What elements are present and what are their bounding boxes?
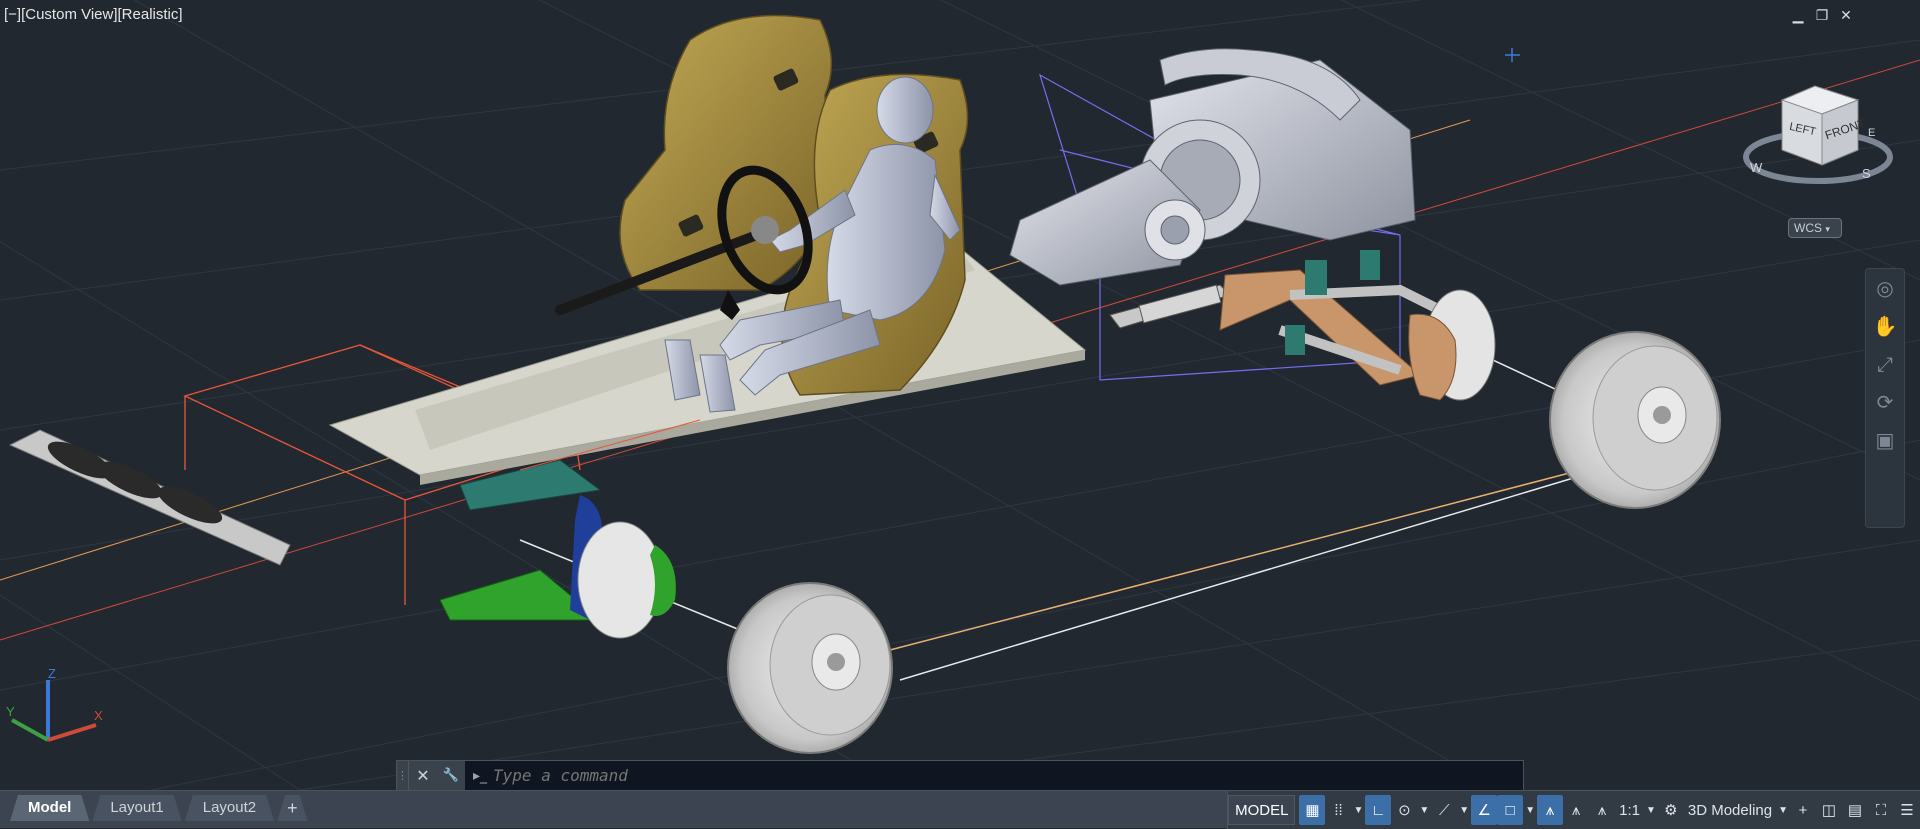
compass-east[interactable]: E (1868, 127, 1875, 139)
tab-layout2[interactable]: Layout2 (185, 795, 274, 821)
ucs-x-label: X (94, 708, 103, 723)
command-input[interactable] (493, 766, 1523, 785)
hamburger-menu-icon[interactable]: ☰ (1894, 795, 1920, 825)
ucs-z-label: Z (48, 666, 56, 681)
radiator (8, 429, 291, 566)
object-snap-icon[interactable]: □ (1497, 795, 1524, 825)
close-icon[interactable]: ✕ (1838, 8, 1854, 24)
status-bar: Model Layout1 Layout2 + MODEL ▦ ⁞⁞ ▼ ∟ ⊙… (0, 790, 1920, 829)
chevron-down-icon[interactable]: ▼ (1417, 795, 1431, 825)
model-space-button[interactable]: MODEL (1228, 795, 1296, 825)
engine-assembly (1009, 48, 1416, 286)
layout-tabs: Model Layout1 Layout2 + (10, 795, 308, 821)
ucs-y-label: Y (6, 704, 15, 719)
status-tools: MODEL ▦ ⁞⁞ ▼ ∟ ⊙ ▼ ⟋ ▼ ∠ □ ▼ ⩚ ⩚ ⩚ 1:1 ▼… (1227, 791, 1920, 829)
wcs-label: WCS (1794, 221, 1822, 235)
compass-west[interactable]: W (1750, 160, 1763, 175)
grip-handle[interactable]: ⋮ (397, 761, 409, 790)
rear-suspension (1109, 250, 1496, 401)
gear-icon[interactable]: ⚙ (1658, 795, 1684, 825)
add-layout-button[interactable]: + (277, 795, 308, 821)
quick-properties-icon[interactable]: ▤ (1842, 795, 1868, 825)
3d-scene[interactable]: LEFT FRONT W S E Z X Y (0, 0, 1920, 790)
viewport-window-controls: ▁ ❐ ✕ (1790, 8, 1854, 24)
close-icon[interactable]: ✕ (409, 761, 437, 790)
fullscreen-icon[interactable]: ⛶ (1868, 795, 1894, 825)
ortho-icon[interactable]: ∟ (1365, 795, 1392, 825)
ucs-icon: Z X Y (6, 666, 103, 742)
isodraft-icon[interactable]: ⟋ (1431, 795, 1457, 825)
pan-icon[interactable]: ✋ (1866, 307, 1904, 345)
chevron-down-icon[interactable]: ▼ (1457, 795, 1471, 825)
workspace-switcher[interactable]: 3D Modeling (1684, 795, 1776, 825)
chevron-down-icon[interactable]: ▼ (1776, 795, 1790, 825)
zoom-extents-icon[interactable]: ⤢ (1866, 345, 1904, 383)
grid-icon[interactable]: ▦ (1299, 795, 1326, 825)
polar-tracking-icon[interactable]: ⊙ (1391, 795, 1417, 825)
viewcube[interactable]: LEFT FRONT W S E (1743, 85, 1893, 184)
command-line: ⋮ ✕ 🔧 ▸_ (396, 760, 1524, 790)
plus-icon[interactable]: + (1790, 795, 1816, 825)
prompt-icon[interactable]: ▸_ (473, 768, 487, 784)
model-viewport[interactable]: LEFT FRONT W S E Z X Y [−][Custom View][… (0, 0, 1920, 790)
command-input-box[interactable]: ▸_ (465, 761, 1523, 790)
compass-south[interactable]: S (1862, 166, 1871, 181)
restore-icon[interactable]: ❐ (1814, 8, 1830, 24)
wcs-menu[interactable]: WCS ▾ (1788, 218, 1842, 238)
object-snap-tracking-icon[interactable]: ∠ (1471, 795, 1498, 825)
chevron-down-icon[interactable]: ▼ (1351, 795, 1365, 825)
customize-icon[interactable]: 🔧 (437, 761, 465, 790)
chevron-down-icon[interactable]: ▼ (1523, 795, 1537, 825)
steering-wheels-icon[interactable]: ◎ (1866, 269, 1904, 307)
tab-layout1[interactable]: Layout1 (92, 795, 181, 821)
wheel-front (727, 582, 893, 754)
chevron-down-icon: ▾ (1825, 224, 1830, 234)
navigation-bar: ◎ ✋ ⤢ ⟳ ▣ (1865, 268, 1905, 528)
tab-model[interactable]: Model (10, 795, 89, 821)
annotation-scale-icon[interactable]: ⩚ (1589, 795, 1615, 825)
auto-scale-icon[interactable]: ⩚ (1563, 795, 1589, 825)
orbit-icon[interactable]: ⟳ (1866, 383, 1904, 421)
minimize-icon[interactable]: ▁ (1790, 8, 1806, 24)
chevron-down-icon[interactable]: ▼ (1644, 795, 1658, 825)
annotation-visibility-icon[interactable]: ⩚ (1537, 795, 1564, 825)
isolate-objects-icon[interactable]: ◫ (1816, 795, 1842, 825)
viewport-controls-label[interactable]: [−][Custom View][Realistic] (4, 6, 183, 23)
snap-icon[interactable]: ⁞⁞ (1325, 795, 1351, 825)
showmotion-icon[interactable]: ▣ (1866, 421, 1904, 459)
scale-selector[interactable]: 1:1 (1615, 795, 1644, 825)
crosshair-marker (1505, 48, 1520, 62)
wheel-rear (1549, 331, 1721, 509)
